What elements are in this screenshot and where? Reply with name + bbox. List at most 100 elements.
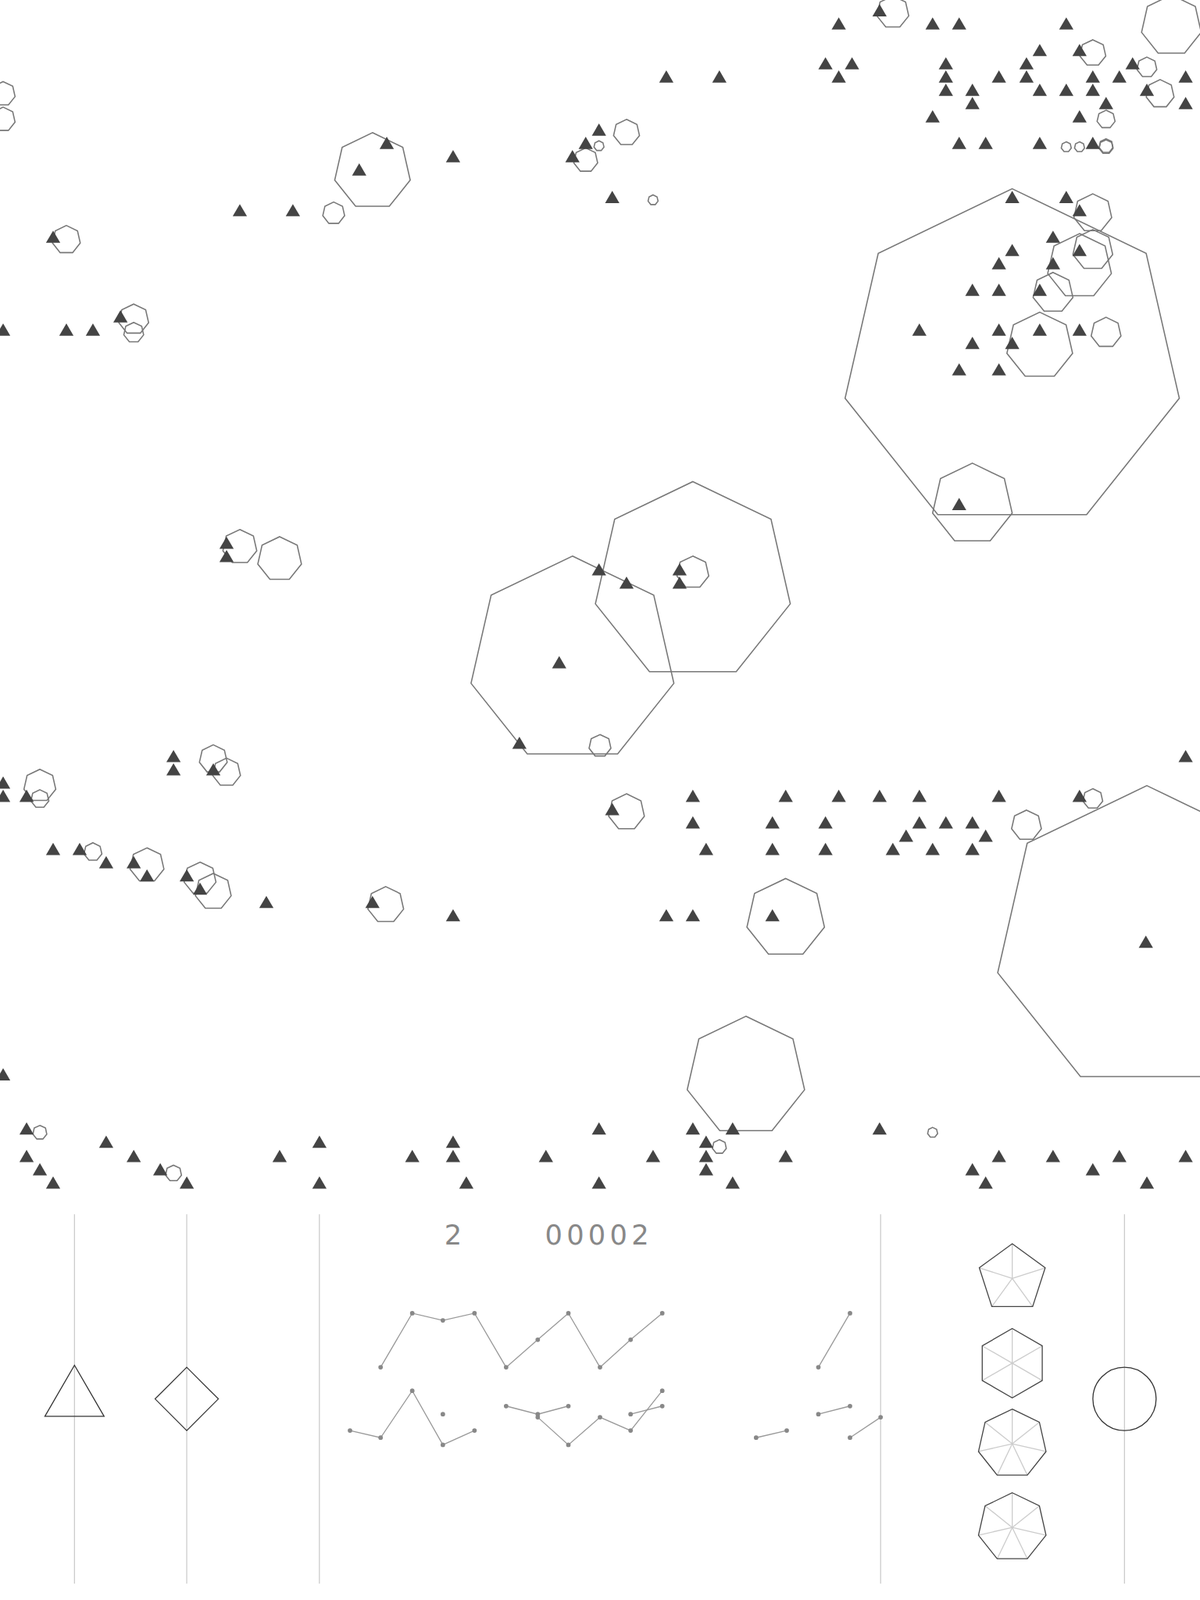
enemy-ship-icon [1072,789,1087,803]
explosion-ring-icon [322,202,345,224]
trace-point [566,1403,572,1409]
enemy-ship-icon [578,136,593,150]
game-field [0,0,1200,1194]
explosion-ring-icon [927,1127,938,1137]
enemy-ship-icon [991,283,1006,297]
hud-divider [74,1214,75,1584]
trace-point [628,1337,633,1343]
enemy-ship-icon [699,1135,714,1149]
explosion-ring-icon [1060,142,1072,152]
signal-trace [818,1313,850,1368]
trace-point [410,1388,415,1393]
explosion-ring-icon [712,1139,727,1154]
trace-point [847,1310,853,1316]
enemy-ship-icon [952,363,967,376]
enemy-ship-icon [1072,203,1087,217]
enemy-ship-icon [659,909,674,922]
enemy-ship-icon [925,110,940,123]
explosion-ring-icon [1141,0,1200,54]
hexagon-power-icon[interactable] [982,1328,1043,1398]
enemy-ship-icon [685,789,700,803]
enemy-ship-icon [1032,43,1047,57]
trace-point [503,1403,509,1409]
enemy-ship-icon [831,70,846,83]
enemy-ship-icon [1099,96,1114,110]
enemy-ship-icon [85,323,100,336]
enemy-ship-icon [672,576,687,590]
enemy-ship-icon [179,1176,194,1190]
trace-point [847,1435,853,1440]
signal-trace [818,1406,850,1415]
enemy-ship-icon [1125,57,1140,70]
enemy-ship-icon [778,789,793,803]
enemy-ship-icon [831,17,846,30]
enemy-ship-icon [912,816,927,829]
enemy-ship-icon [872,789,887,803]
explosion-ring-icon [32,1125,47,1139]
enemy-ship-icon [1085,1163,1100,1176]
enemy-ship-icon [19,1150,34,1163]
enemy-ship-icon [312,1135,327,1149]
enemy-ship-icon [1112,70,1127,83]
trace-point [597,1364,603,1370]
enemy-ship-icon [965,283,980,297]
enemy-ship-icon [1139,935,1154,949]
enemy-ship-icon [259,896,274,909]
enemy-ship-icon [605,190,620,204]
enemy-ship-icon [512,736,527,750]
score-counter: 00002 [545,1218,654,1251]
enemy-ship-icon [459,1176,474,1190]
enemy-ship-icon [991,323,1006,336]
explosion-ring-icon [1011,810,1042,840]
enemy-ship-icon [912,789,927,803]
heptagon-power-icon[interactable] [978,1409,1047,1475]
explosion-ring-icon [123,322,143,343]
explosion-ring-icon [1091,317,1122,347]
trace-point [566,1442,572,1448]
trace-point [471,1428,477,1433]
enemy-ship-icon [952,17,967,30]
enemy-ship-icon [646,1150,661,1163]
trace-point [816,1411,822,1417]
enemy-ship-icon [619,576,634,590]
enemy-ship-icon [1178,70,1193,83]
enemy-ship-icon [192,882,208,896]
enemy-ship-icon [965,96,980,110]
enemy-ship-icon [0,323,11,336]
enemy-ship-icon [817,842,833,856]
enemy-ship-icon [405,1150,420,1163]
trace-point [660,1310,665,1316]
heptagon-power-icon[interactable] [978,1492,1047,1559]
enemy-ship-icon [952,497,967,511]
enemy-ship-icon [1046,230,1061,243]
enemy-ship-icon [312,1176,327,1190]
explosion-ring-icon [593,140,604,150]
enemy-ship-icon [19,1122,34,1136]
enemy-ship-icon [1085,83,1100,97]
trace-point [471,1310,477,1316]
bomb-icon[interactable] [1092,1367,1157,1431]
enemy-ship-icon [1004,336,1019,350]
diamond-ship-icon[interactable] [155,1367,219,1431]
enemy-ship-icon [352,163,367,176]
enemy-ship-icon [1032,283,1047,297]
enemy-ship-icon [1178,96,1193,110]
explosion-ring-icon [613,119,640,145]
explosion-ring-icon [334,132,411,207]
enemy-ship-icon [965,83,980,97]
explosion-ring-icon [165,1164,182,1181]
explosion-ring-icon [83,842,102,861]
enemy-ship-icon [1019,57,1034,70]
enemy-ship-icon [1032,136,1047,150]
lives-counter: 2 [444,1218,462,1251]
trace-point [535,1337,540,1343]
triangle-ship-icon[interactable] [44,1365,104,1417]
explosion-ring-icon [1082,789,1103,809]
trace-point [410,1310,415,1316]
enemy-ship-icon [765,816,780,829]
pentagon-power-icon[interactable] [978,1243,1045,1307]
trace-point [628,1411,633,1417]
game-screen: 2 00002 [0,0,1200,1600]
enemy-ship-icon [32,1163,47,1176]
enemy-ship-icon [72,842,87,856]
